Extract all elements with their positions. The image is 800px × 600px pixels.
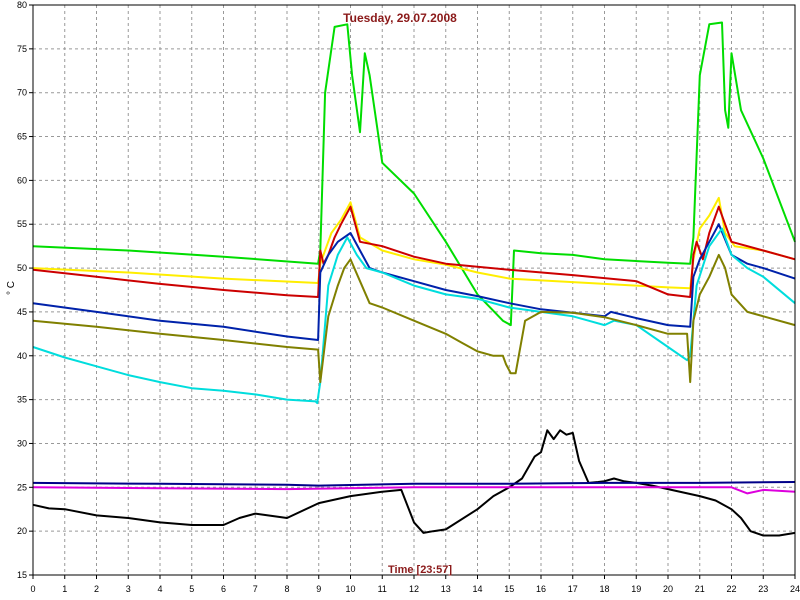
x-tick-label: 13 xyxy=(441,584,451,594)
x-tick-label: 15 xyxy=(504,584,514,594)
x-tick-label: 10 xyxy=(345,584,355,594)
y-axis-label: ° C xyxy=(6,281,17,295)
x-tick-label: 19 xyxy=(631,584,641,594)
x-tick-label: 22 xyxy=(726,584,736,594)
x-tick-label: 23 xyxy=(758,584,768,594)
series-line-5 xyxy=(32,227,796,405)
x-tick-label: 5 xyxy=(189,584,194,594)
y-tick-label: 30 xyxy=(17,438,27,448)
x-tick-label: 2 xyxy=(94,584,99,594)
x-tick-label: 4 xyxy=(157,584,162,594)
chart-title: Tuesday, 29.07.2008 xyxy=(343,11,457,25)
x-tick-label: 21 xyxy=(695,584,705,594)
x-tick-label: 24 xyxy=(790,584,800,594)
x-tick-label: 6 xyxy=(221,584,226,594)
y-tick-label: 50 xyxy=(17,263,27,273)
x-tick-label: 16 xyxy=(536,584,546,594)
x-tick-label: 12 xyxy=(409,584,419,594)
y-tick-label: 35 xyxy=(17,395,27,405)
y-tick-label: 40 xyxy=(17,351,27,361)
y-tick-label: 80 xyxy=(17,0,27,10)
x-tick-label: 7 xyxy=(253,584,258,594)
x-tick-label: 8 xyxy=(284,584,289,594)
y-tick-label: 15 xyxy=(17,570,27,580)
x-tick-label: 9 xyxy=(316,584,321,594)
x-tick-label: 11 xyxy=(378,584,387,594)
y-tick-label: 75 xyxy=(17,44,27,54)
x-tick-label: 0 xyxy=(30,584,35,594)
x-tick-label: 14 xyxy=(472,584,482,594)
y-tick-label: 60 xyxy=(17,175,27,185)
y-tick-label: 65 xyxy=(17,132,27,142)
grid xyxy=(33,5,795,575)
y-tick-label: 45 xyxy=(17,307,27,317)
series-lines xyxy=(32,21,796,537)
y-tick-label: 25 xyxy=(17,482,27,492)
x-tick-label: 20 xyxy=(663,584,673,594)
y-tick-label: 55 xyxy=(17,219,27,229)
temperature-chart: 0 1 2 3 4 5 6 7 8 9 10 11 12 13 14 15 16 17 18 19 20 21 22 23 24… xyxy=(6,0,800,594)
x-tick-label: 17 xyxy=(568,584,578,594)
x-tick-label: 18 xyxy=(599,584,609,594)
x-tick-label: 3 xyxy=(126,584,131,594)
y-tick-label: 20 xyxy=(17,526,27,536)
x-axis-label: Time [23:57] xyxy=(388,564,452,576)
y-tick-label: 70 xyxy=(17,88,27,98)
x-tick-label: 1 xyxy=(62,584,67,594)
